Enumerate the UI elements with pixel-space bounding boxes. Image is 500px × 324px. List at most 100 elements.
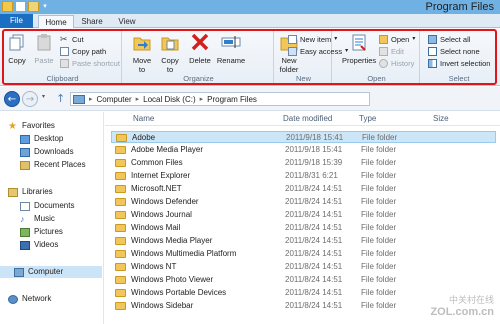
folder-icon xyxy=(115,237,126,245)
navigation-pane: ★ Favorites Desktop Downloads Recent Pla… xyxy=(0,112,104,324)
chevron-right-icon: ▸ xyxy=(89,96,93,103)
videos-icon xyxy=(20,240,30,250)
select-none-icon xyxy=(428,47,437,56)
group-label-new: New xyxy=(295,74,311,83)
rename-button[interactable]: Rename xyxy=(216,32,246,65)
select-none-button[interactable]: Select none xyxy=(428,46,480,57)
move-to-icon xyxy=(133,37,151,51)
table-row[interactable]: Microsoft.NET 2011/8/24 14:51 File folde… xyxy=(111,183,496,195)
chevron-down-icon: ▾ xyxy=(412,36,416,42)
up-button[interactable]: ↑ xyxy=(56,92,65,105)
folder-icon xyxy=(115,276,126,284)
copy-path-button[interactable]: Copy path xyxy=(60,46,106,57)
folder-icon xyxy=(2,1,13,12)
table-row[interactable]: Windows Journal 2011/8/24 14:51 File fol… xyxy=(111,209,496,221)
group-label-open: Open xyxy=(367,74,386,83)
new-folder-icon[interactable] xyxy=(28,1,39,12)
recent-locations-button[interactable]: ▾ xyxy=(42,93,45,100)
nav-recent-places[interactable]: Recent Places xyxy=(20,159,86,171)
cut-button[interactable]: ✂ Cut xyxy=(60,34,84,45)
nav-desktop[interactable]: Desktop xyxy=(20,133,63,145)
select-all-button[interactable]: Select all xyxy=(428,34,470,45)
copy-button[interactable]: Copy xyxy=(6,32,28,65)
file-list: Name Date modified Type Size Adobe 2011/… xyxy=(105,112,500,324)
open-group: Properties Open ▾ Edit History Open xyxy=(334,30,420,84)
new-item-button[interactable]: New item ▾ xyxy=(288,34,337,45)
arrow-right-icon: → xyxy=(25,94,35,105)
easy-access-icon xyxy=(288,47,297,56)
copy-to-button[interactable]: Copy to xyxy=(158,32,182,74)
address-row: ← → ▾ ↑ ▸ Computer ▸ Local Disk (C:) ▸ P… xyxy=(0,87,500,111)
breadcrumb-local-disk[interactable]: Local Disk (C:) xyxy=(143,95,195,104)
folder-icon xyxy=(115,263,126,271)
nav-music[interactable]: ♪ Music xyxy=(20,213,55,225)
select-group: Select all Select none Invert selection … xyxy=(422,30,496,84)
history-button[interactable]: History xyxy=(379,58,414,69)
column-type[interactable]: Type xyxy=(359,114,376,123)
back-button[interactable]: ← xyxy=(4,91,20,107)
properties-button[interactable]: Properties xyxy=(342,32,376,65)
column-size[interactable]: Size xyxy=(433,114,449,123)
tab-home[interactable]: Home xyxy=(38,15,74,29)
table-row[interactable]: Windows NT 2011/8/24 14:51 File folder xyxy=(111,261,496,273)
address-bar[interactable]: ▸ Computer ▸ Local Disk (C:) ▸ Program F… xyxy=(70,92,370,106)
nav-downloads[interactable]: Downloads xyxy=(20,146,74,158)
open-button[interactable]: Open ▾ xyxy=(379,34,415,45)
table-row[interactable]: Common Files 2011/9/18 15:39 File folder xyxy=(111,157,496,169)
paste-button[interactable]: Paste xyxy=(32,32,56,65)
folder-icon xyxy=(115,146,126,154)
table-row[interactable]: Windows Media Player 2011/8/24 14:51 Fil… xyxy=(111,235,496,247)
column-headers: Name Date modified Type Size xyxy=(105,112,500,126)
column-name[interactable]: Name xyxy=(133,114,154,123)
paste-shortcut-button[interactable]: Paste shortcut xyxy=(60,58,120,69)
folder-icon xyxy=(115,302,126,310)
computer-icon xyxy=(73,94,85,104)
paste-shortcut-icon xyxy=(60,59,69,68)
move-to-button[interactable]: Move to xyxy=(130,32,154,74)
folder-icon xyxy=(115,172,126,180)
table-row[interactable]: Adobe 2011/9/18 15:41 File folder xyxy=(111,131,496,143)
tab-share[interactable]: Share xyxy=(80,15,104,28)
breadcrumb-computer[interactable]: Computer xyxy=(97,95,132,104)
properties-icon[interactable] xyxy=(15,1,26,12)
ribbon: Copy Paste ✂ Cut Copy path Paste shortcu… xyxy=(0,28,500,86)
invert-selection-button[interactable]: Invert selection xyxy=(428,58,490,69)
desktop-icon xyxy=(20,134,30,144)
nav-network[interactable]: Network xyxy=(8,293,51,305)
folder-icon xyxy=(115,224,126,232)
new-group: New folder New item ▾ Easy access ▾ New xyxy=(276,30,348,84)
table-row[interactable]: Internet Explorer 2011/8/31 6:21 File fo… xyxy=(111,170,496,182)
title-bar: ▾ Program Files xyxy=(0,0,500,14)
chevron-down-icon: ▾ xyxy=(42,93,46,100)
copy-icon xyxy=(9,34,24,51)
nav-pictures[interactable]: Pictures xyxy=(20,226,63,238)
chevron-right-icon: ▸ xyxy=(135,96,140,103)
delete-icon xyxy=(191,33,209,51)
tab-view[interactable]: View xyxy=(115,15,139,28)
nav-favorites[interactable]: ★ Favorites xyxy=(8,120,55,132)
history-icon xyxy=(379,59,388,68)
edit-icon xyxy=(379,47,388,56)
arrow-left-icon: ← xyxy=(7,94,17,105)
nav-libraries[interactable]: Libraries xyxy=(8,186,53,198)
table-row[interactable]: Adobe Media Player 2011/9/18 15:41 File … xyxy=(111,144,496,156)
forward-button[interactable]: → xyxy=(22,91,38,107)
column-date-modified[interactable]: Date modified xyxy=(283,114,332,123)
tab-file[interactable]: File xyxy=(0,14,33,28)
table-row[interactable]: Windows Defender 2011/8/24 14:51 File fo… xyxy=(111,196,496,208)
nav-documents[interactable]: Documents xyxy=(20,200,74,212)
properties-icon xyxy=(352,34,366,51)
chevron-right-icon: ▸ xyxy=(199,96,204,103)
group-label-organize: Organize xyxy=(183,74,214,83)
table-row[interactable]: Windows Photo Viewer 2011/8/24 14:51 Fil… xyxy=(111,274,496,286)
delete-button[interactable]: Delete xyxy=(188,32,212,65)
nav-videos[interactable]: Videos xyxy=(20,239,58,251)
organize-group: Move to Copy to Delete Rename Organize xyxy=(124,30,274,84)
table-row[interactable]: Windows Mail 2011/8/24 14:51 File folder xyxy=(111,222,496,234)
edit-button[interactable]: Edit xyxy=(379,46,404,57)
pictures-icon xyxy=(20,227,30,237)
table-row[interactable]: Windows Multimedia Platform 2011/8/24 14… xyxy=(111,248,496,260)
breadcrumb-program-files[interactable]: Program Files xyxy=(207,95,257,104)
nav-computer[interactable]: Computer xyxy=(0,266,102,278)
chevron-down-icon[interactable]: ▾ xyxy=(41,1,49,12)
